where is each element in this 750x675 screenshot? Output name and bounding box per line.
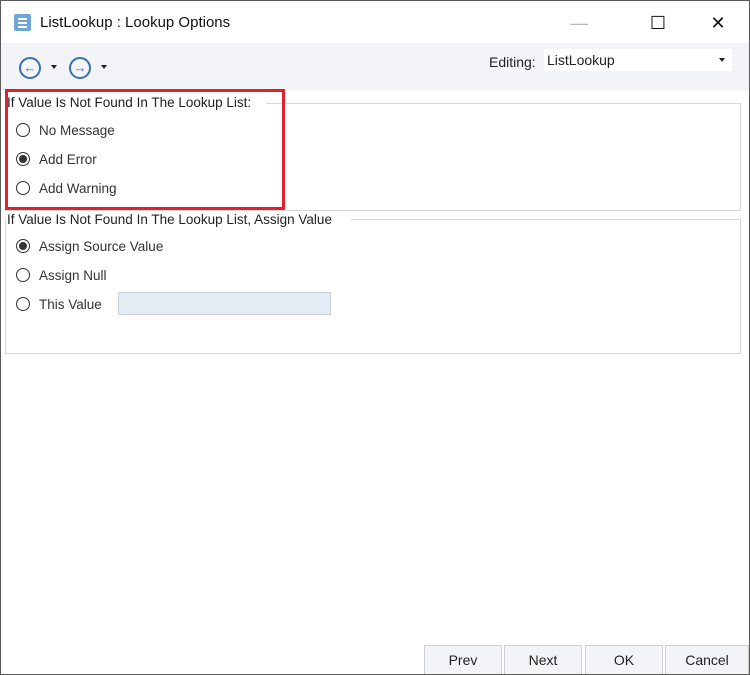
radio-assign-source-value[interactable]: Assign Source Value — [16, 237, 163, 255]
editing-select[interactable]: ListLookup — [544, 49, 732, 71]
minimize-button[interactable]: — — [556, 9, 602, 37]
radio-icon — [16, 297, 30, 311]
radio-checked-icon — [16, 239, 30, 253]
back-icon[interactable]: ← — [19, 57, 41, 79]
radio-label: Assign Source Value — [39, 238, 164, 254]
radio-label: Assign Null — [39, 267, 107, 283]
dialog-window: ListLookup : Lookup Options — ☐ ✕ ← → Ed… — [0, 0, 750, 675]
prev-button[interactable]: Prev — [424, 645, 502, 674]
radio-assign-null[interactable]: Assign Null — [16, 266, 107, 284]
window-title: ListLookup : Lookup Options — [40, 14, 231, 31]
radio-this-value[interactable]: This Value — [16, 295, 102, 313]
radio-icon — [16, 268, 30, 282]
cancel-button[interactable]: Cancel — [665, 645, 749, 674]
close-button[interactable]: ✕ — [695, 9, 741, 37]
toolbar: ← → Editing: ListLookup — [1, 43, 749, 91]
highlight-box — [5, 89, 285, 210]
group2-label: If Value Is Not Found In The Lookup List… — [7, 212, 332, 227]
this-value-input[interactable] — [118, 292, 331, 315]
editing-label: Editing: — [489, 54, 536, 70]
next-button[interactable]: Next — [504, 645, 582, 674]
maximize-button[interactable]: ☐ — [635, 9, 681, 37]
ok-button[interactable]: OK — [585, 645, 663, 674]
forward-icon[interactable]: → — [69, 57, 91, 79]
radio-label: This Value — [39, 296, 102, 312]
forward-dropdown-icon[interactable] — [101, 65, 107, 69]
title-bar: ListLookup : Lookup Options — ☐ ✕ — [1, 1, 749, 43]
chevron-down-icon — [719, 58, 725, 62]
app-icon — [14, 14, 31, 31]
back-dropdown-icon[interactable] — [51, 65, 57, 69]
editing-value: ListLookup — [547, 52, 615, 68]
